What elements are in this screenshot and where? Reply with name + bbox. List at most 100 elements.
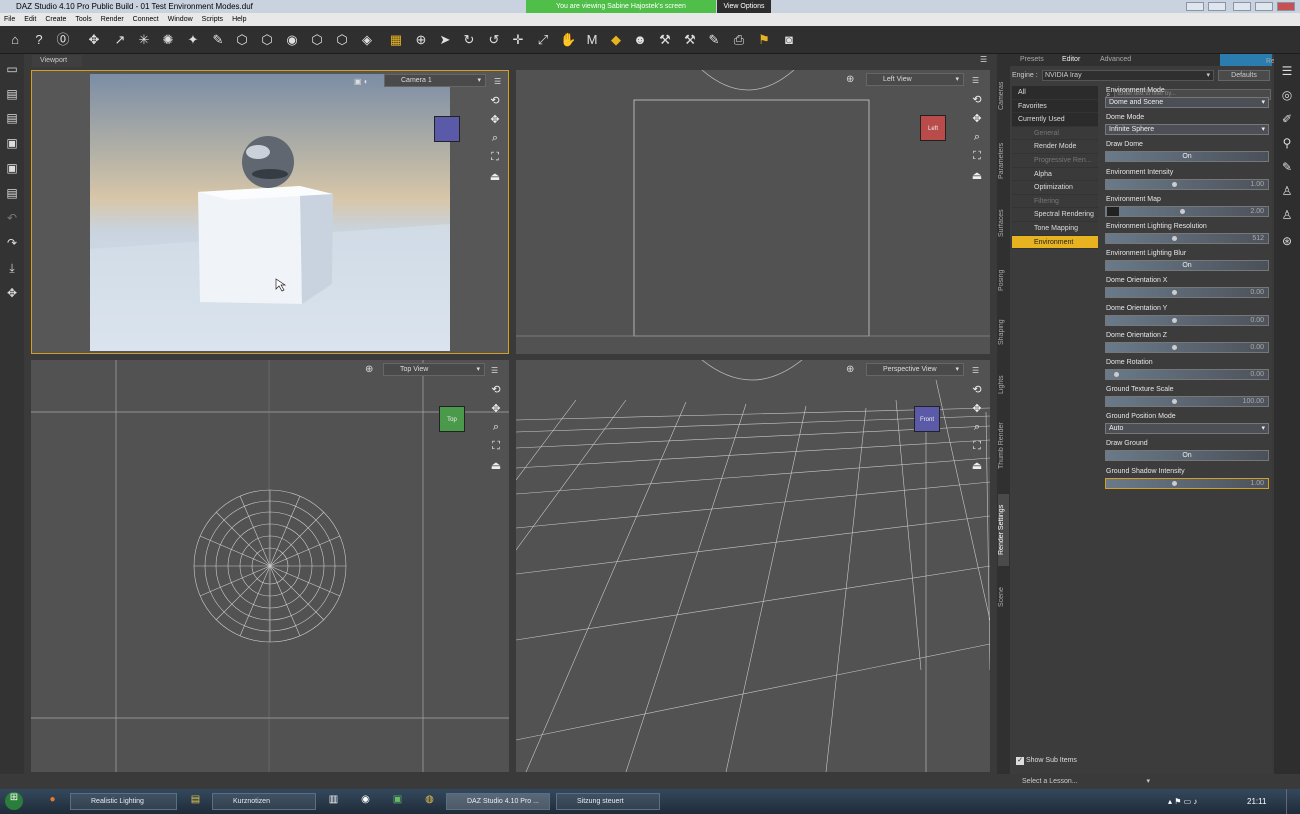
dome-orientation-y-slider[interactable]: 0.00 [1105,314,1269,326]
category-progressive-rendering[interactable]: Progressive Ren... [1012,153,1098,168]
edit-icon[interactable]: ✎ [706,32,722,48]
menu-connect[interactable]: Connect [133,13,159,26]
weight-tool-icon[interactable]: ◈ [359,32,375,48]
select-arrow-icon[interactable]: ➤ [437,32,453,48]
left-view-selector[interactable]: Left View ▾ [866,73,964,86]
tab-posing[interactable]: Posing [998,262,1009,298]
view-options-button[interactable]: View Options [717,0,771,13]
menu-window[interactable]: Window [168,13,193,26]
category-filtering[interactable]: Filtering [1012,194,1098,209]
firefox-icon[interactable]: ● [45,794,60,809]
spot-render-icon[interactable]: ◉ [284,32,300,48]
env-lighting-resolution-slider[interactable]: 512 [1105,232,1269,244]
menu-edit[interactable]: Edit [24,13,36,26]
dome-orientation-z-slider[interactable]: 0.00 [1105,341,1269,353]
pane-menu-icon[interactable]: ☰ [972,76,979,85]
surface-tool-icon[interactable]: ✎ [210,32,226,48]
minimize-button[interactable] [1233,2,1251,11]
menu-render[interactable]: Render [101,13,124,26]
pan-nav-icon[interactable]: ✥ [489,402,503,421]
help-icon[interactable]: ⓪ [55,32,71,48]
menu-help[interactable]: Help [232,13,246,26]
engine-select[interactable]: NVIDIA Iray ▾ [1042,70,1214,81]
slider-knob[interactable] [1172,399,1177,405]
category-favorites[interactable]: Favorites [1012,99,1098,114]
lesson-select[interactable]: Select a Lesson... ▾ [1020,776,1152,787]
undo-icon[interactable]: ↶ [4,211,20,227]
map-thumbnail[interactable] [1107,206,1119,216]
tab-presets[interactable]: Presets [1020,56,1044,63]
home-icon[interactable]: ⌂ [7,32,23,48]
perspective-selector[interactable]: Perspective View ▾ [866,363,964,376]
draw-dome-toggle[interactable]: On [1105,151,1269,163]
reset-nav-icon[interactable]: ⏏ [970,169,984,188]
grid-tool-icon[interactable]: ▦ [388,32,404,48]
slider-knob[interactable] [1172,317,1177,323]
category-spectral-rendering[interactable]: Spectral Rendering [1012,208,1098,222]
polygon-tool-icon[interactable]: ⬡ [309,32,325,48]
draw-ground-toggle[interactable]: On [1105,450,1269,462]
tab-render-settings[interactable]: Render Settings [998,494,1009,566]
region-tool-icon[interactable]: ⬡ [259,32,275,48]
tab-scene[interactable]: Scene [998,582,1009,612]
scale-icon[interactable]: ⤢ [535,32,551,48]
category-currently-used[interactable]: Currently Used [1012,113,1098,127]
camera-selector[interactable]: Camera 1 ▾ [384,74,486,87]
tools-settings-icon[interactable]: ✐ [1280,112,1294,126]
front-view-cube[interactable]: Front [914,406,940,432]
smart-content-icon[interactable]: ◎ [1280,88,1294,102]
app-icon[interactable]: ▥ [326,794,341,809]
merge-file-icon[interactable]: ▤ [4,111,20,127]
orbit-nav-icon[interactable]: ⟲ [970,383,984,402]
slider-knob[interactable] [1172,181,1177,187]
figure-icon[interactable]: ♙ [1280,184,1294,198]
drop-to-floor-icon[interactable]: ⤓ [4,261,20,277]
zoom-nav-icon[interactable]: ⌕ [488,132,502,151]
dome-mode-select[interactable]: Infinite Sphere ▾ [1105,124,1269,136]
figure-tool-icon[interactable]: ✋ [560,32,576,48]
tab-surfaces[interactable]: Surfaces [998,202,1009,244]
pose-icon[interactable]: ✎ [1280,160,1294,174]
orbit-icon[interactable]: ↻ [461,32,477,48]
viewport-tab[interactable]: Viewport [32,55,82,67]
rotate-tool-icon[interactable]: ✺ [160,32,176,48]
pan-nav-icon[interactable]: ✥ [970,112,984,131]
draw-style-icon[interactable]: ▣ ◐ [354,77,369,86]
slider-knob[interactable] [1172,235,1177,241]
ground-texture-scale-slider[interactable]: 100.00 [1105,396,1269,408]
menu-tools[interactable]: Tools [75,13,91,26]
pin-tool-icon[interactable]: ✦ [185,32,201,48]
chrome-icon[interactable]: ◍ [422,794,437,809]
paint-icon[interactable]: ⚒ [682,32,698,48]
world-icon[interactable]: ⊛ [1280,234,1294,248]
tab-editor[interactable]: Editor [1062,56,1080,63]
figure-icon[interactable]: ☻ [632,32,648,48]
orbit-nav-icon[interactable]: ⟲ [970,93,984,112]
export-icon[interactable]: ▤ [4,186,20,202]
taskbar-kurznotizen[interactable]: Kurznotizen [212,793,316,810]
save-as-icon[interactable]: ▣ [4,161,20,177]
tab-lights[interactable]: Lights [998,368,1009,402]
pane-menu-icon[interactable]: ☰ [494,77,501,86]
camera-viewport[interactable]: Camera 1 ▾ ▣ ◐ ☰ ⟲ ✥ ⌕ ⛶ ⏏ [31,70,509,354]
clock[interactable]: 21:11 [1247,797,1266,806]
figure-alt-icon[interactable]: ♙ [1280,208,1294,222]
category-general[interactable]: General [1012,126,1098,141]
move-tool-icon[interactable]: M [584,32,600,48]
slider-knob[interactable] [1172,290,1177,296]
category-tone-mapping[interactable]: Tone Mapping [1012,221,1098,236]
tray-icons[interactable]: ▴ ⚑ ▭ ♪ [1168,797,1197,806]
tools-icon[interactable]: ⚒ [657,32,673,48]
view-cube[interactable] [434,116,460,142]
menu-create[interactable]: Create [45,13,66,26]
left-view-cube[interactable]: Left [920,115,946,141]
edge-tool-icon[interactable]: ⬡ [334,32,350,48]
category-render-mode[interactable]: Render Mode [1012,140,1098,154]
checkbox-checked-icon[interactable]: ✓ [1016,757,1024,765]
slider-knob[interactable] [1172,344,1177,350]
new-file-icon[interactable]: ▭ [4,62,20,78]
slider-knob[interactable] [1114,371,1119,377]
zoom-nav-icon[interactable]: ⌕ [489,421,503,440]
active-pose-icon[interactable]: ↗ [112,32,128,48]
ground-shadow-intensity-slider[interactable]: 1.00 [1105,477,1269,489]
